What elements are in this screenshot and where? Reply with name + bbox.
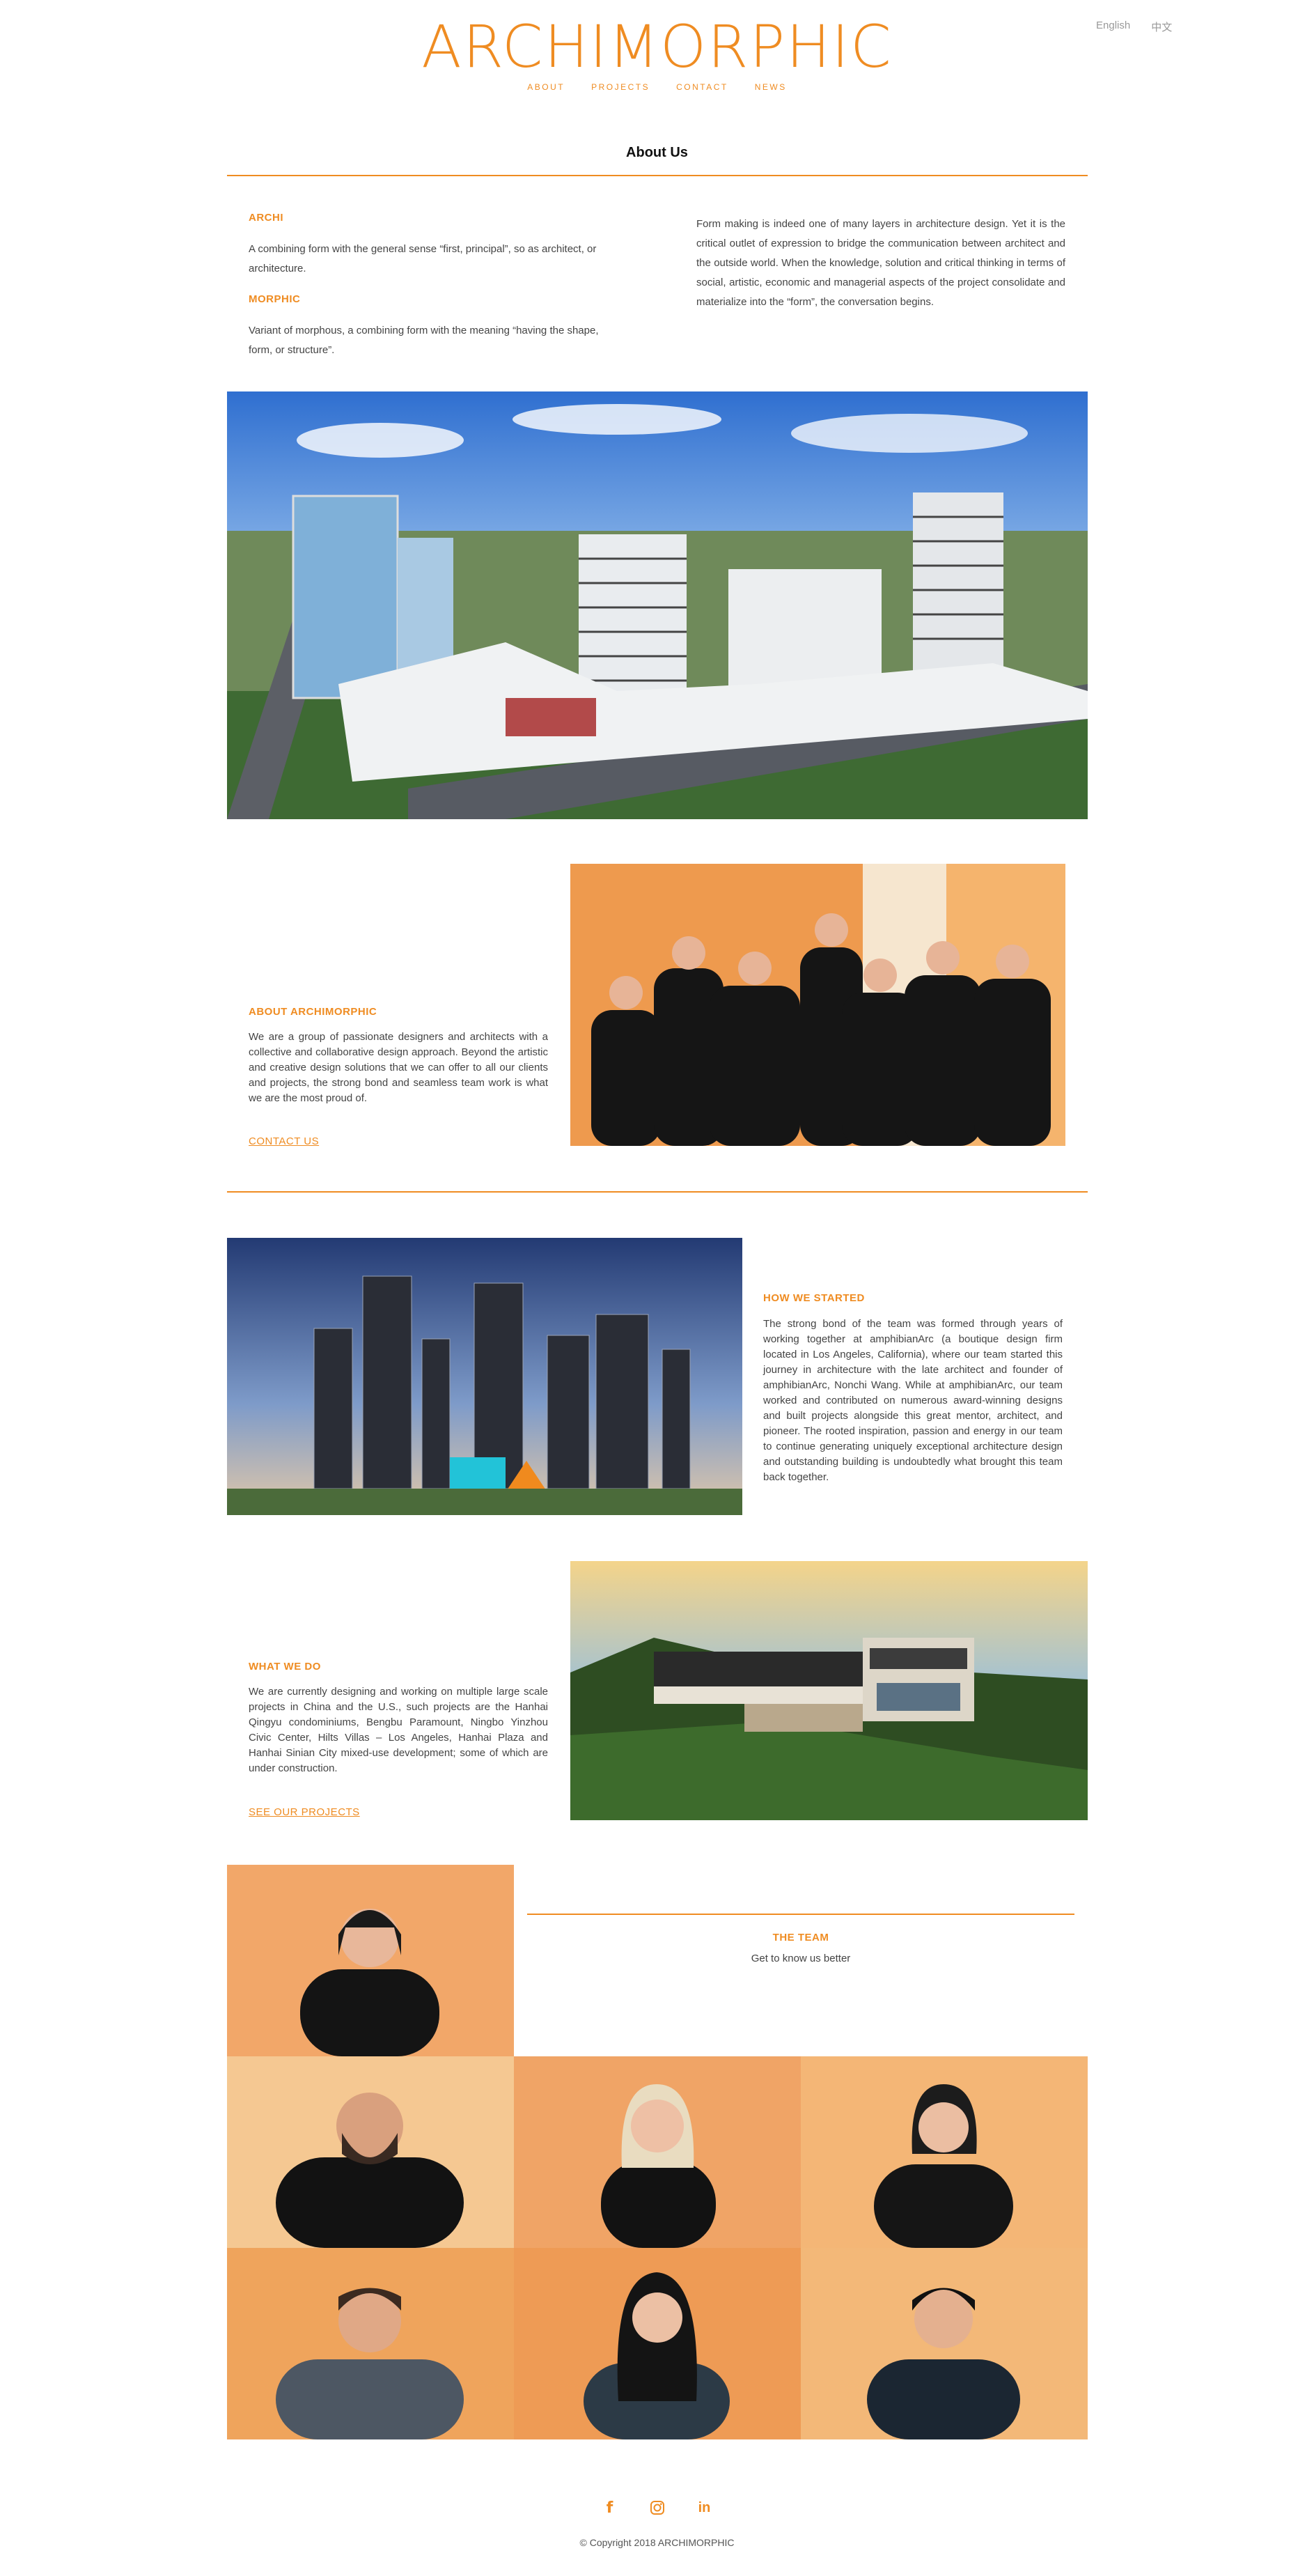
archi-definition: A combining form with the general sense … xyxy=(249,243,597,274)
whatwedo-heading: WHAT WE DO xyxy=(249,1661,321,1673)
about-text: We are a group of passionate designers a… xyxy=(249,1031,548,1104)
intro-right-text: Form making is indeed one of many layers… xyxy=(696,218,1065,308)
lang-english[interactable]: English xyxy=(1096,20,1130,34)
social-links: f in xyxy=(0,2499,1314,2517)
about-heading: ABOUT ARCHIMORPHIC xyxy=(249,1006,377,1018)
instagram-icon[interactable] xyxy=(649,2499,666,2516)
see-projects-link[interactable]: SEE OUR PROJECTS xyxy=(249,1806,360,1818)
team-member-portrait[interactable] xyxy=(801,2056,1088,2248)
morphic-heading: MORPHIC xyxy=(249,293,301,305)
villa-rendering-image xyxy=(570,1561,1088,1820)
divider xyxy=(227,175,1088,176)
linkedin-icon[interactable]: in xyxy=(696,2499,713,2516)
main-nav: ABOUT PROJECTS CONTACT NEWS xyxy=(0,82,1314,92)
team-member-portrait[interactable] xyxy=(227,2056,514,2248)
whatwedo-text: We are currently designing and working o… xyxy=(249,1686,548,1774)
team-member-portrait[interactable] xyxy=(514,2248,801,2439)
nav-projects[interactable]: PROJECTS xyxy=(591,82,650,92)
divider xyxy=(227,1191,1088,1193)
towers-rendering-image xyxy=(227,1238,742,1515)
team-member-portrait[interactable] xyxy=(227,2248,514,2439)
nav-about[interactable]: ABOUT xyxy=(527,82,565,92)
started-text: The strong bond of the team was formed t… xyxy=(763,1318,1063,1483)
team-divider xyxy=(527,1914,1074,1915)
morphic-definition: Variant of morphous, a combining form wi… xyxy=(249,325,599,356)
facebook-icon[interactable]: f xyxy=(602,2499,618,2517)
started-heading: HOW WE STARTED xyxy=(763,1292,865,1304)
page-title: About Us xyxy=(626,145,688,160)
copyright-text: © Copyright 2018 ARCHIMORPHIC xyxy=(579,2537,735,2548)
language-switcher: English 中文 xyxy=(1096,20,1172,34)
team-member-portrait[interactable] xyxy=(514,2056,801,2248)
team-group-photo xyxy=(570,864,1065,1146)
archi-heading: ARCHI xyxy=(249,212,283,224)
team-member-portrait[interactable] xyxy=(801,2248,1088,2439)
lang-chinese[interactable]: 中文 xyxy=(1151,20,1172,34)
nav-contact[interactable]: CONTACT xyxy=(676,82,728,92)
team-heading: THE TEAM xyxy=(772,1932,829,1943)
nav-news[interactable]: NEWS xyxy=(755,82,787,92)
team-member-portrait[interactable] xyxy=(227,1865,514,2056)
team-subheading: Get to know us better xyxy=(751,1953,851,1964)
contact-us-link[interactable]: CONTACT US xyxy=(249,1135,319,1147)
hero-rendering-image xyxy=(227,391,1088,819)
